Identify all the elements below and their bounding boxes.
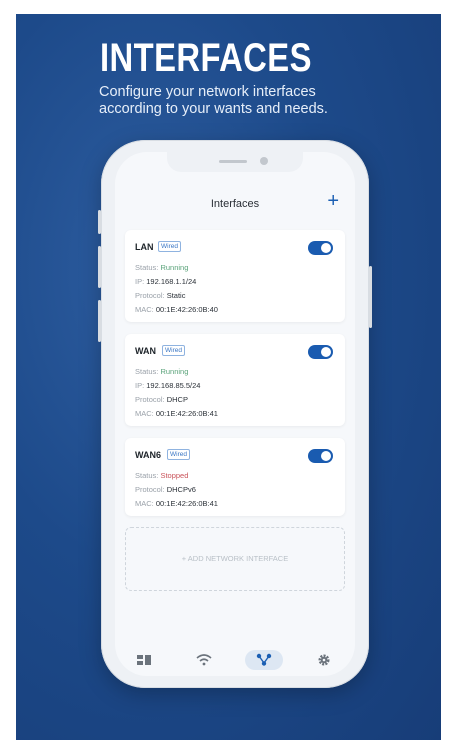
wired-badge: Wired [167,449,190,460]
ip-label: IP: [135,277,145,286]
app-screen: Interfaces + LAN Wired Status: Running I… [115,152,355,676]
promo-subtitle-line: Configure your network interfaces [99,84,316,100]
mac-row: MAC: 00:1E:42:26:0B:40 [135,305,218,314]
status-row: Status: Running [135,263,188,272]
wired-badge: Wired [158,241,181,252]
wifi-icon [196,654,212,666]
mac-label: MAC: [135,305,154,314]
ip-value: 192.168.85.5/24 [146,381,201,390]
protocol-row: Protocol: DHCP [135,395,188,404]
phone-side-button [369,266,372,328]
phone-notch [167,152,303,172]
interface-name: LAN [135,242,154,252]
network-topology-icon [256,653,272,666]
interface-toggle[interactable] [308,449,333,463]
protocol-value: Static [166,291,186,300]
mac-value: 00:1E:42:26:0B:41 [155,499,218,508]
dashboard-icon [137,655,151,665]
ip-value: 192.168.1.1/24 [146,277,197,286]
ip-row: IP: 192.168.85.5/24 [135,381,200,390]
add-network-interface-button[interactable]: + ADD NETWORK INTERFACE [125,527,345,591]
wired-badge: Wired [162,345,185,356]
ip-row: IP: 192.168.1.1/24 [135,277,196,286]
interface-toggle[interactable] [308,241,333,255]
mac-value: 00:1E:42:26:0B:41 [155,409,218,418]
promo-subtitle: Configure your network interfaces accord… [99,84,399,118]
status-row: Status: Running [135,367,188,376]
plus-icon[interactable]: + [327,191,339,211]
bottom-nav [115,650,355,672]
promo-headline: INTERFACES [100,36,312,80]
screen-title: Interfaces [210,198,260,210]
mac-label: MAC: [135,499,154,508]
protocol-label: Protocol: [135,291,165,300]
protocol-row: Protocol: Static [135,291,185,300]
mac-row: MAC: 00:1E:42:26:0B:41 [135,409,218,418]
status-label: Status: [135,263,159,272]
phone-frame: Interfaces + LAN Wired Status: Running I… [98,140,372,688]
protocol-value: DHCPv6 [166,485,196,494]
interface-toggle[interactable] [308,345,333,359]
status-label: Status: [135,367,159,376]
phone-side-button [98,300,101,342]
promo-background: INTERFACES Configure your network interf… [16,14,441,740]
phone-side-button [98,246,101,288]
promo-subtitle-line: according to your wants and needs. [99,101,328,117]
camera-icon [260,157,268,165]
protocol-label: Protocol: [135,395,165,404]
interface-name: WAN [135,346,156,356]
interface-card-wan6[interactable]: WAN6 Wired Status: Stopped Protocol: DHC… [125,438,345,516]
add-network-interface-label: + ADD NETWORK INTERFACE [181,554,289,563]
interface-card-lan[interactable]: LAN Wired Status: Running IP: 192.168.1.… [125,230,345,322]
status-value: Stopped [160,471,189,480]
protocol-value: DHCP [166,395,188,404]
status-label: Status: [135,471,159,480]
nav-wireless[interactable] [185,650,223,670]
nav-interfaces[interactable] [245,650,283,670]
protocol-label: Protocol: [135,485,165,494]
phone-side-button [98,210,101,234]
mac-label: MAC: [135,409,154,418]
interface-name: WAN6 [135,450,162,460]
ip-label: IP: [135,381,145,390]
nav-settings[interactable] [305,650,343,670]
speaker-icon [219,160,247,163]
gear-icon [318,654,330,666]
status-value: Running [160,367,189,376]
nav-dashboard[interactable] [126,650,164,670]
interface-card-wan[interactable]: WAN Wired Status: Running IP: 192.168.85… [125,334,345,426]
mac-value: 00:1E:42:26:0B:40 [155,305,218,314]
protocol-row: Protocol: DHCPv6 [135,485,196,494]
status-value: Running [160,263,189,272]
status-row: Status: Stopped [135,471,188,480]
mac-row: MAC: 00:1E:42:26:0B:41 [135,499,218,508]
